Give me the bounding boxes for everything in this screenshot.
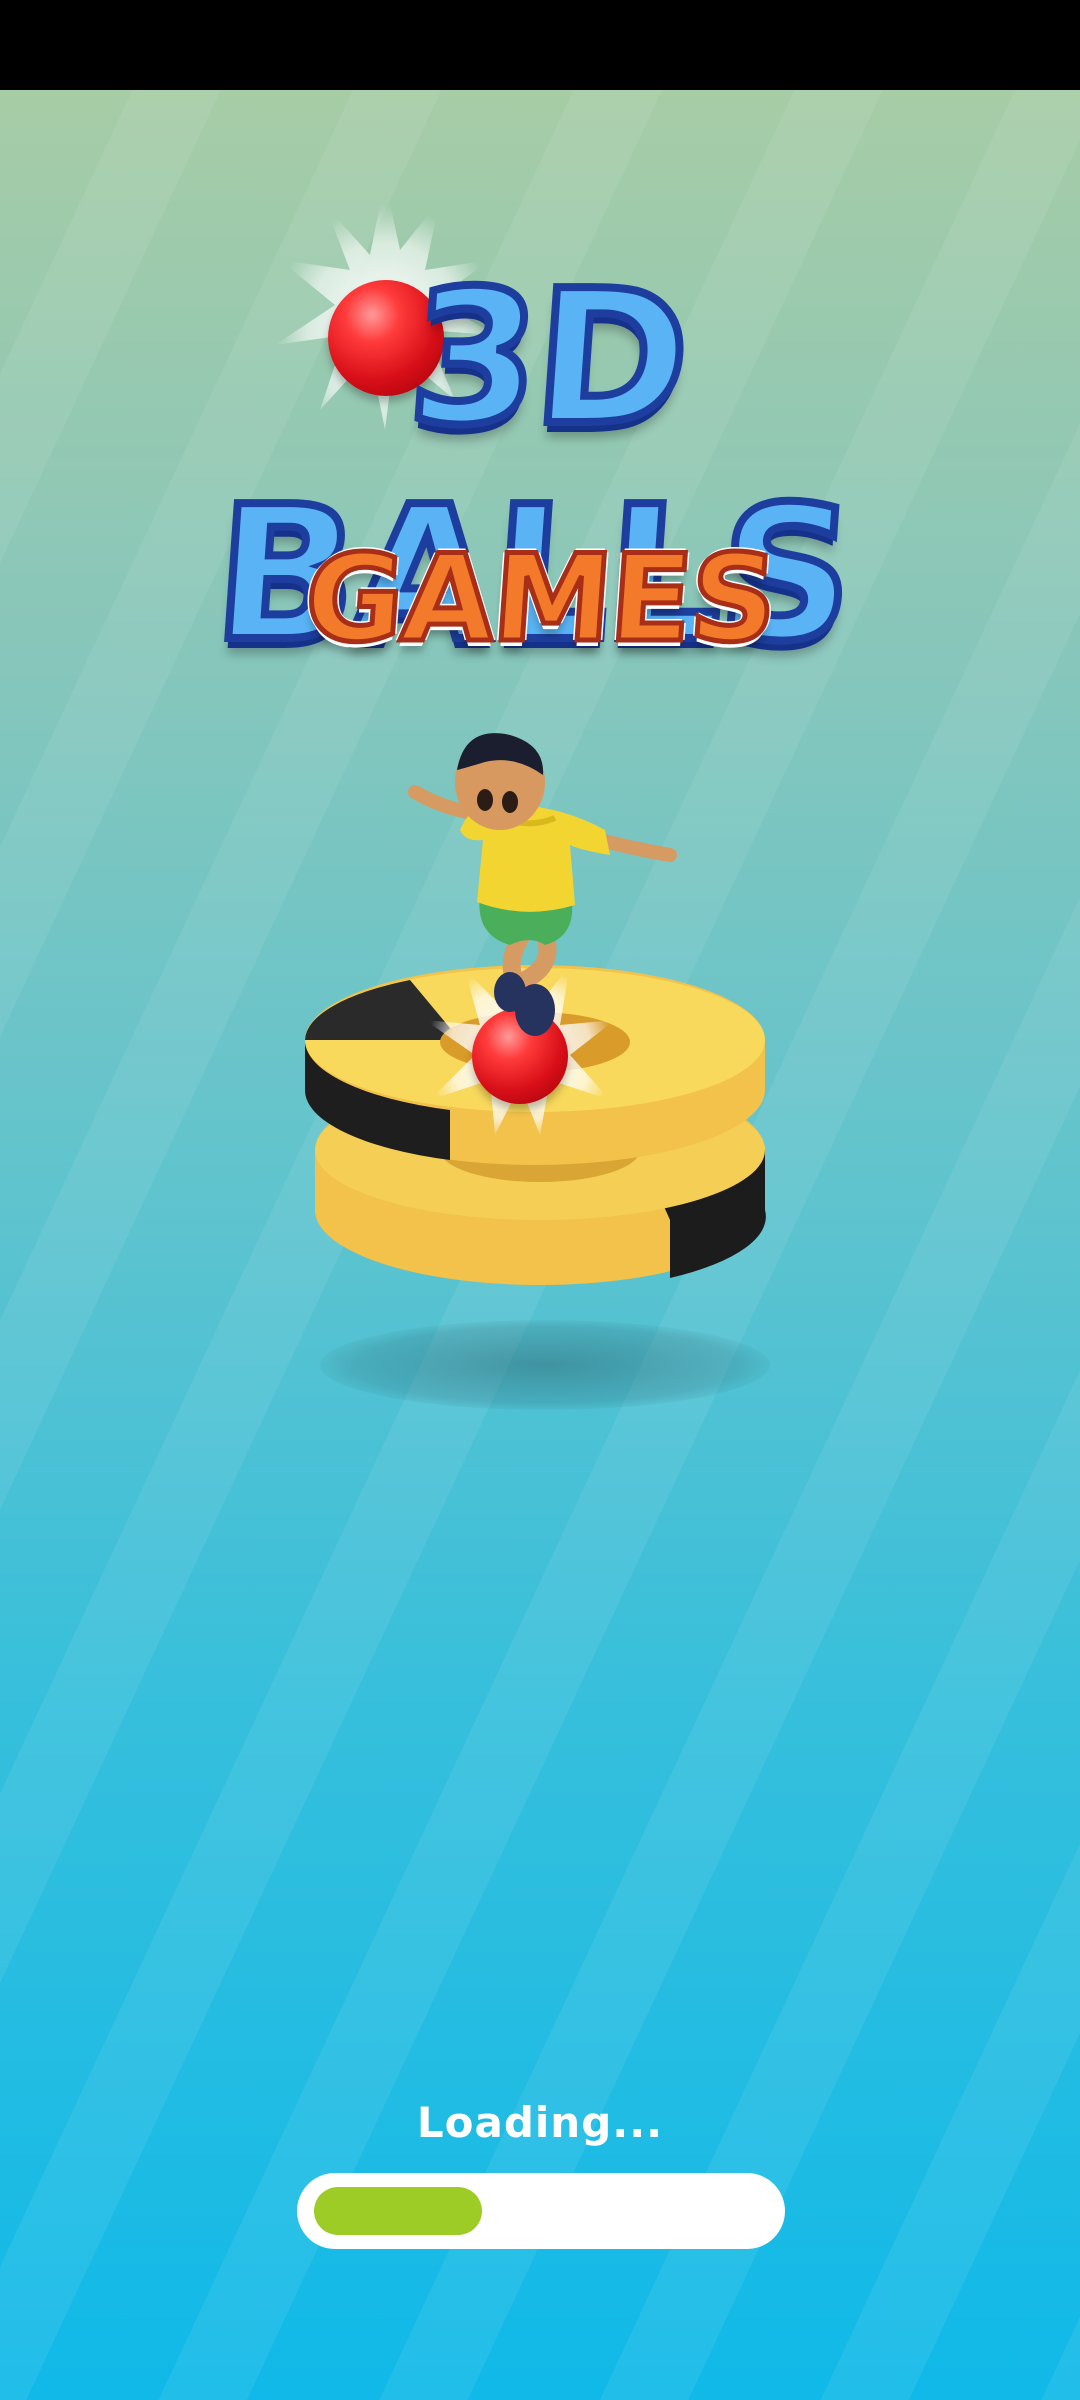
loading-progress-bar (297, 2173, 785, 2249)
platform-shadow (320, 1320, 770, 1410)
loading-label: Loading... (416, 2098, 664, 2147)
character-scene (0, 0, 1080, 1500)
loading-progress-fill (314, 2187, 482, 2235)
jumping-boy-character-icon (408, 733, 677, 1036)
